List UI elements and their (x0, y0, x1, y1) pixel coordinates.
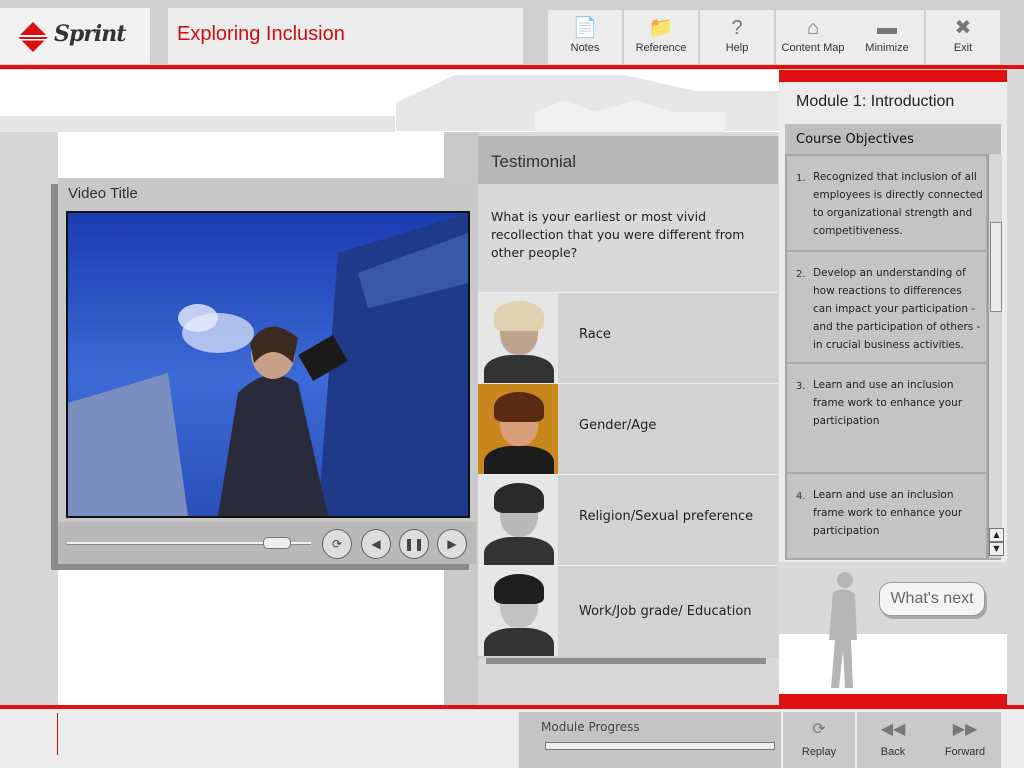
forward-icon: ▶▶ (952, 721, 978, 738)
back-label: Back (880, 746, 906, 758)
module-progress: Module Progress (519, 712, 781, 768)
topic-label: Race (579, 327, 611, 342)
objectives-scrollbar[interactable]: ▲ ▼ (988, 154, 1004, 558)
house-icon: ⌂ (806, 17, 820, 39)
pause-button[interactable]: ❚❚ (399, 529, 429, 559)
help-button[interactable]: ? Help (700, 10, 774, 64)
topic-label: Work/Job grade/ Education (579, 604, 752, 619)
scroll-up-arrow[interactable]: ▲ (989, 528, 1004, 542)
chevron-up-icon: ▲ (993, 530, 1000, 539)
minimize-icon: ▬ (877, 17, 897, 39)
person-photo (478, 475, 558, 565)
module-title: Module 1: Introduction (796, 93, 955, 110)
objective-text: Recognized that inclusion of all employe… (813, 171, 983, 237)
video-title: Video Title (68, 185, 138, 202)
replay-video-button[interactable]: ⟳ (322, 529, 352, 559)
topic-work-job-grade-education[interactable]: Work/Job grade/ Education (478, 565, 778, 656)
notes-label: Notes (570, 42, 600, 54)
seek-handle[interactable] (263, 537, 291, 549)
folder-icon: 📁 (648, 17, 674, 39)
video-player: Video Title ⟳ ◀ ❚❚ ▶ (58, 178, 476, 564)
skyline-graphic (395, 73, 780, 132)
replay-icon: ⟳ (331, 537, 343, 551)
back-icon: ◀◀ (880, 721, 906, 738)
scroll-thumb[interactable] (990, 222, 1002, 312)
testimonial-title: Testimonial (491, 152, 577, 171)
objective-number: 3. (796, 381, 806, 392)
testimonial-question: What is your earliest or most vivid reco… (491, 209, 745, 260)
play-icon: ▶ (447, 537, 457, 551)
objectives-list: Course Objectives 1. Recognized that inc… (785, 124, 1004, 560)
person-photo (478, 566, 558, 656)
topic-gender-age[interactable]: Gender/Age (478, 383, 778, 474)
left-panel (0, 132, 58, 706)
objective-item: 3. Learn and use an inclusion frame work… (787, 364, 986, 472)
course-title: Exploring Inclusion (177, 23, 345, 45)
topic-label: Religion/Sexual preference (579, 509, 754, 524)
person-photo (478, 293, 558, 383)
notes-icon: 📄 (572, 17, 598, 39)
rewind-button[interactable]: ◀ (361, 529, 391, 559)
video-screen[interactable] (66, 211, 470, 518)
sprint-diamond-icon (18, 22, 48, 52)
person-photo (478, 384, 558, 474)
testimonial-panel: Testimonial What is your earliest or mos… (478, 136, 778, 658)
minimize-label: Minimize (865, 42, 909, 54)
replay-icon: ⟳ (812, 721, 826, 738)
module-panel: Module 1: Introduction Course Objectives… (779, 70, 1007, 706)
objective-item: 4. Learn and use an inclusion frame work… (787, 474, 986, 558)
reference-label: Reference (635, 42, 687, 54)
content-map-button[interactable]: ⌂ Content Map (776, 10, 850, 64)
objective-text: Develop an understanding of how reaction… (813, 267, 981, 351)
whats-next-button[interactable]: What's next (879, 582, 985, 616)
replay-label: Replay (801, 746, 837, 758)
video-frame (68, 213, 468, 516)
decorative-band (0, 70, 780, 132)
minimize-button[interactable]: ▬ Minimize (850, 10, 924, 64)
sprint-logo: Sprint (0, 8, 150, 64)
objective-text: Learn and use an inclusion frame work to… (813, 489, 963, 537)
brand-name: Sprint (54, 21, 126, 47)
notes-button[interactable]: 📄 Notes (548, 10, 622, 64)
help-label: Help (725, 42, 749, 54)
course-title-box: Exploring Inclusion (168, 8, 523, 64)
help-icon: ? (731, 17, 743, 39)
playback-controls: ⟳ ◀ ❚❚ ▶ (58, 522, 476, 564)
objective-item: 1. Recognized that inclusion of all empl… (787, 156, 986, 250)
pause-icon: ❚❚ (403, 537, 425, 551)
reference-button[interactable]: 📁 Reference (624, 10, 698, 64)
objectives-title: Course Objectives (796, 132, 914, 147)
forward-button[interactable]: ▶▶ Forward (929, 712, 1001, 768)
back-button[interactable]: ◀◀ Back (857, 712, 929, 768)
person-silhouette-icon (829, 572, 857, 688)
topic-race[interactable]: Race (478, 292, 778, 383)
progress-label: Module Progress (541, 720, 640, 734)
topic-label: Gender/Age (579, 418, 657, 433)
topic-religion-sexual-preference[interactable]: Religion/Sexual preference (478, 474, 778, 565)
exit-button[interactable]: ✖ Exit (926, 10, 1000, 64)
objective-number: 2. (796, 269, 806, 280)
rewind-icon: ◀ (371, 537, 381, 551)
top-divider (0, 65, 1024, 69)
chevron-down-icon: ▼ (993, 544, 1000, 553)
objective-number: 4. (796, 491, 806, 502)
progress-bar (545, 742, 775, 750)
forward-label: Forward (944, 746, 986, 758)
replay-button[interactable]: ⟳ Replay (783, 712, 855, 768)
close-icon: ✖ (954, 17, 972, 39)
scroll-down-arrow[interactable]: ▼ (989, 542, 1004, 556)
objective-item: 2. Develop an understanding of how react… (787, 252, 986, 362)
play-button[interactable]: ▶ (437, 529, 467, 559)
exit-label: Exit (953, 42, 973, 54)
whats-next-area: What's next (779, 562, 1007, 694)
content-map-label: Content Map (781, 42, 845, 54)
objective-number: 1. (796, 173, 806, 184)
objective-text: Learn and use an inclusion frame work to… (813, 379, 963, 427)
